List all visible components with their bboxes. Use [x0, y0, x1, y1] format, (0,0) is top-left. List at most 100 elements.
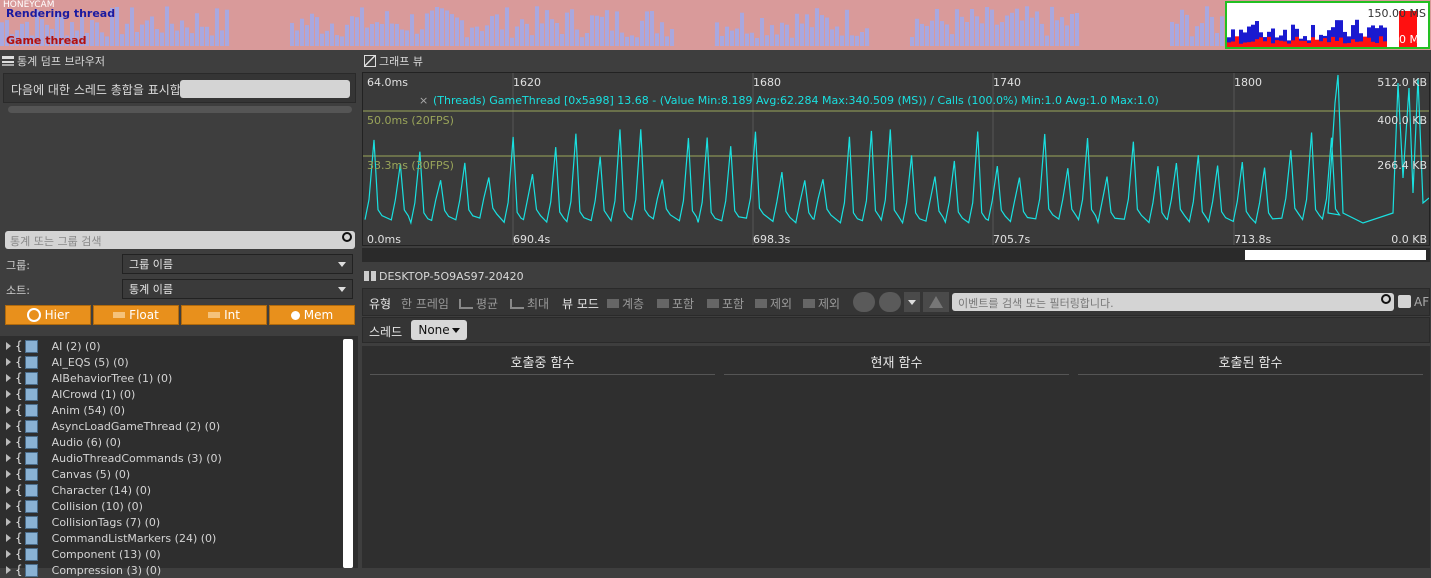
tree-item[interactable]: {CollisionTags (7) (0)	[0, 514, 160, 530]
average-button[interactable]: 평균	[459, 295, 498, 312]
exclusive-flat-button[interactable]: 제외	[803, 295, 840, 312]
tree-item[interactable]: {CommandListMarkers (24) (0)	[0, 530, 216, 546]
expand-arrow-icon[interactable]	[6, 454, 11, 462]
expand-arrow-icon[interactable]	[6, 486, 11, 494]
minimap-bar	[635, 37, 639, 46]
tree-item[interactable]: {AsyncLoadGameThread (2) (0)	[0, 418, 220, 434]
inclusive-flat-button[interactable]: 포함	[707, 295, 744, 312]
filter-options-dropdown[interactable]	[904, 292, 920, 312]
hier-button[interactable]: Hier	[5, 305, 91, 325]
thread-dropdown[interactable]: None	[411, 320, 467, 340]
event-panel-tab[interactable]: DESKTOP-5O9AS97-20420	[364, 268, 524, 284]
thread-total-label: 다음에 대한 스레드 총합을 표시합	[11, 83, 181, 97]
sort-dropdown[interactable]: 통계 이름	[122, 279, 353, 299]
stat-group-icon	[24, 339, 38, 353]
expand-arrow-icon[interactable]	[6, 470, 11, 478]
stat-group-icon	[24, 483, 38, 497]
graph-scrollbar-track[interactable]	[362, 248, 1430, 262]
tree-scrollbar[interactable]	[343, 339, 353, 568]
float-button[interactable]: Float	[93, 305, 179, 325]
graph-view-tab[interactable]: 그래프 뷰	[364, 53, 423, 69]
caller-function-label: 호출중 함수	[510, 356, 575, 371]
tree-item[interactable]: {AI_EQS (5) (0)	[0, 354, 129, 370]
minimap-bar	[545, 10, 549, 47]
expand-arrow-icon[interactable]	[6, 342, 11, 350]
current-function-header[interactable]: 현재 함수	[724, 352, 1069, 371]
expand-arrow-icon[interactable]	[6, 422, 11, 430]
group-dropdown[interactable]: 그룹 이름	[122, 254, 353, 274]
mem-button[interactable]: Mem	[269, 305, 355, 325]
callee-function-header[interactable]: 호출된 함수	[1078, 352, 1423, 371]
minimap-bar	[305, 25, 309, 46]
expand-arrow-icon[interactable]	[6, 438, 11, 446]
divider	[370, 374, 715, 375]
expand-arrow-icon[interactable]	[6, 390, 11, 398]
minimap-bar	[390, 23, 394, 46]
event-toolbar: 유형 한 프레임 평균 최대 뷰 모드 계층 포함 포함 제외 제외 이벤트를 …	[362, 288, 1430, 316]
view-mode-label: 뷰 모드	[562, 297, 599, 311]
minimap-bar	[990, 9, 994, 46]
int-button[interactable]: Int	[181, 305, 267, 325]
af-checkbox[interactable]	[1398, 295, 1411, 308]
tree-item[interactable]: {AudioThreadCommands (3) (0)	[0, 450, 222, 466]
expand-arrow-icon[interactable]	[6, 374, 11, 382]
group-bracket-icon: {	[15, 339, 23, 353]
tree-item-label: AICrowd (1) (0)	[51, 387, 136, 401]
culling-button[interactable]	[853, 292, 875, 312]
tree-item[interactable]: {Compression (3) (0)	[0, 562, 161, 578]
expand-arrow-icon[interactable]	[6, 406, 11, 414]
minimap-selection[interactable]: 150.00 MS 0.0 MS	[1225, 1, 1430, 49]
thread-minimap[interactable]: HONEYCAM Rendering thread Game thread 15…	[0, 0, 1431, 50]
tree-item[interactable]: {Component (13) (0)	[0, 546, 161, 562]
exclusive-icon	[755, 299, 767, 308]
selection-bar-red	[1379, 36, 1383, 47]
stats-browser-tab[interactable]: 통계 덤프 브라우저	[2, 53, 105, 69]
minimap-bar	[865, 28, 869, 46]
exclusive-button[interactable]: 제외	[755, 295, 792, 312]
tree-item[interactable]: {AI (2) (0)	[0, 338, 101, 354]
graph-scrollbar-thumb[interactable]	[1245, 250, 1426, 260]
thread-total-field[interactable]	[180, 80, 350, 98]
stat-group-icon	[24, 435, 38, 449]
minimap-bar	[480, 31, 484, 46]
caller-function-header[interactable]: 호출중 함수	[370, 352, 715, 371]
tree-item[interactable]: {Audio (6) (0)	[0, 434, 121, 450]
inclusive-button[interactable]: 포함	[657, 295, 694, 312]
group-bracket-icon: {	[15, 499, 23, 513]
current-function-label: 현재 함수	[870, 356, 923, 371]
minimap-bar	[755, 37, 759, 46]
expand-arrow-icon[interactable]	[6, 566, 11, 574]
minimap-bar	[570, 9, 574, 47]
graph-panel[interactable]: 64.0ms 0.0ms 1620 1680 1740 1800 690.4s …	[362, 72, 1430, 246]
tree-item[interactable]: {AIBehaviorTree (1) (0)	[0, 370, 172, 386]
expand-arrow-icon[interactable]	[6, 518, 11, 526]
tree-item[interactable]: {Canvas (5) (0)	[0, 466, 130, 482]
minimap-bar	[1210, 16, 1214, 46]
filter-button[interactable]	[879, 292, 901, 312]
expand-arrow-icon[interactable]	[6, 550, 11, 558]
tree-item[interactable]: {Collision (10) (0)	[0, 498, 143, 514]
hierarchy-view-button[interactable]: 계층	[607, 295, 644, 312]
stat-search-input[interactable]: 통계 또는 그룹 검색	[5, 231, 355, 249]
one-frame-button[interactable]: 한 프레임	[401, 295, 449, 312]
expand-arrow-icon[interactable]	[6, 534, 11, 542]
warning-button[interactable]	[923, 292, 949, 312]
minimap-bar	[735, 28, 739, 46]
group-bracket-icon: {	[15, 403, 23, 417]
graph-view-title: 그래프 뷰	[379, 55, 423, 68]
tree-item[interactable]: {AICrowd (1) (0)	[0, 386, 135, 402]
tree-item[interactable]: {Character (14) (0)	[0, 482, 151, 498]
tree-item[interactable]: {Anim (54) (0)	[0, 402, 125, 418]
max-button[interactable]: 최대	[510, 295, 549, 312]
minimap-bar	[830, 29, 834, 46]
search-icon[interactable]	[1381, 294, 1391, 304]
minimap-bar	[580, 37, 584, 46]
expand-arrow-icon[interactable]	[6, 358, 11, 366]
expand-arrow-icon[interactable]	[6, 502, 11, 510]
time-tick-label: 705.7s	[993, 233, 1031, 246]
close-series-icon[interactable]: ×	[419, 94, 428, 107]
frame-tick-label: 1620	[513, 76, 541, 89]
stat-group-tree: {AI (2) (0) {AI_EQS (5) (0) {AIBehaviorTre…	[0, 336, 358, 577]
search-icon[interactable]	[342, 232, 352, 242]
event-search-input[interactable]: 이벤트를 검색 또는 필터링합니다.	[952, 293, 1394, 311]
